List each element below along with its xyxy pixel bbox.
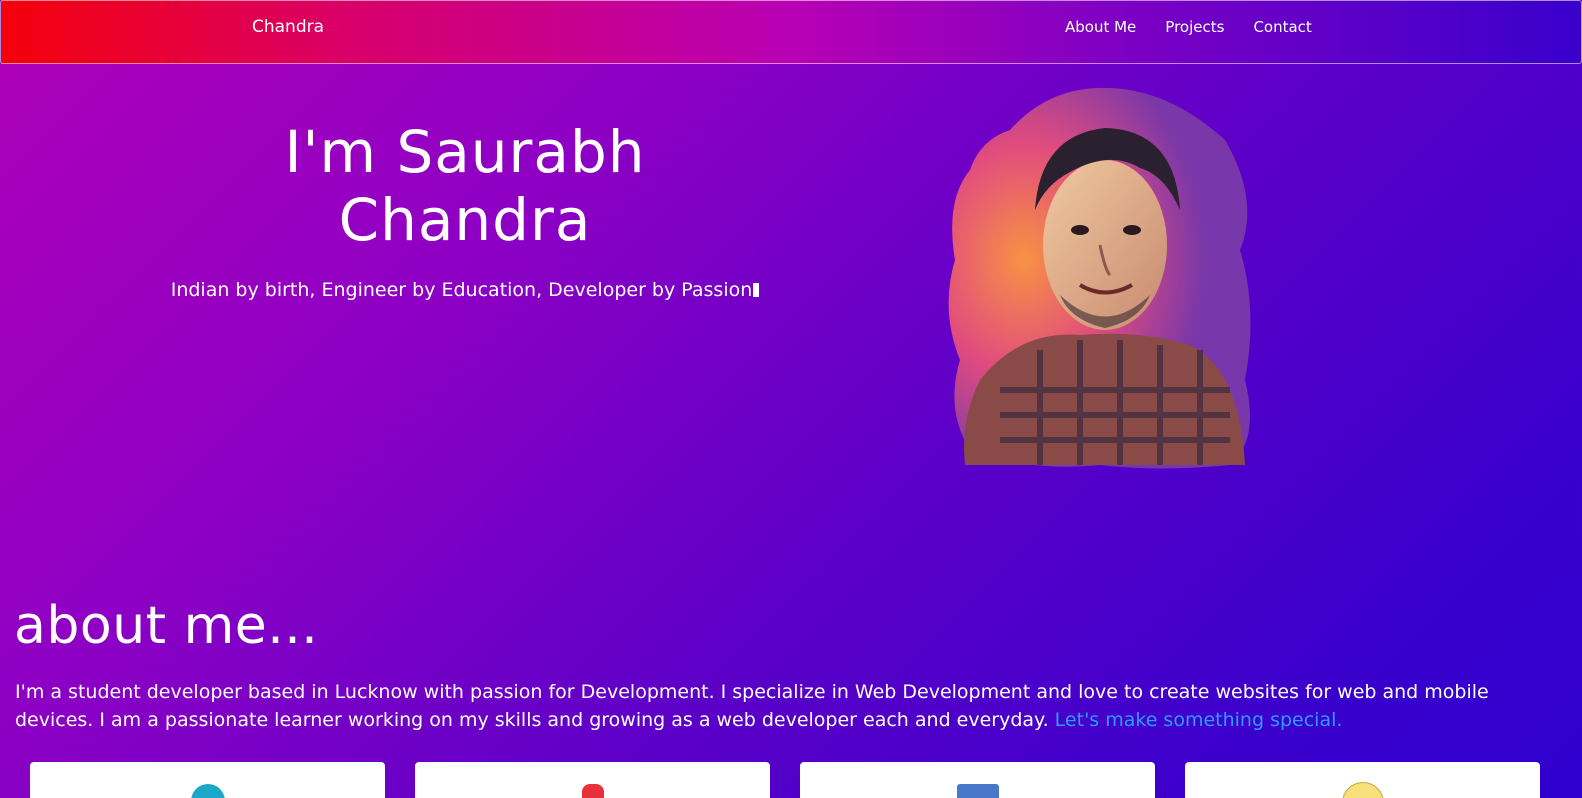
hero-subtitle: Indian by birth, Engineer by Education, … — [150, 279, 780, 301]
profile-portrait — [948, 87, 1251, 469]
blue-square-icon — [956, 784, 999, 798]
nav-links: About Me Projects Contact — [1065, 18, 1312, 36]
hero-title-line1: I'm Saurabh — [284, 118, 646, 186]
skill-card[interactable] — [800, 762, 1155, 798]
nav-projects[interactable]: Projects — [1165, 18, 1224, 36]
teal-circle-icon — [190, 784, 225, 798]
navbar: Chandra About Me Projects Contact — [0, 0, 1582, 64]
about-cta-link[interactable]: Let's make something special. — [1055, 709, 1343, 731]
hero-title-line2: Chandra — [338, 186, 592, 254]
nav-contact[interactable]: Contact — [1253, 18, 1311, 36]
red-shape-icon — [581, 784, 604, 798]
typing-cursor — [753, 283, 760, 297]
brand-logo[interactable]: Chandra — [252, 17, 324, 37]
about-heading: about me... — [14, 596, 319, 656]
yellow-circle-icon — [1341, 782, 1384, 798]
hero-title: I'm Saurabh Chandra — [150, 118, 780, 254]
about-paragraph: I'm a student developer based in Lucknow… — [15, 678, 1555, 734]
hero-subtitle-text: Indian by birth, Engineer by Education, … — [170, 279, 753, 301]
skill-card[interactable] — [30, 762, 385, 798]
skill-cards — [30, 762, 1540, 798]
skill-card[interactable] — [415, 762, 770, 798]
skill-card[interactable] — [1185, 762, 1540, 798]
nav-about-me[interactable]: About Me — [1065, 18, 1136, 36]
